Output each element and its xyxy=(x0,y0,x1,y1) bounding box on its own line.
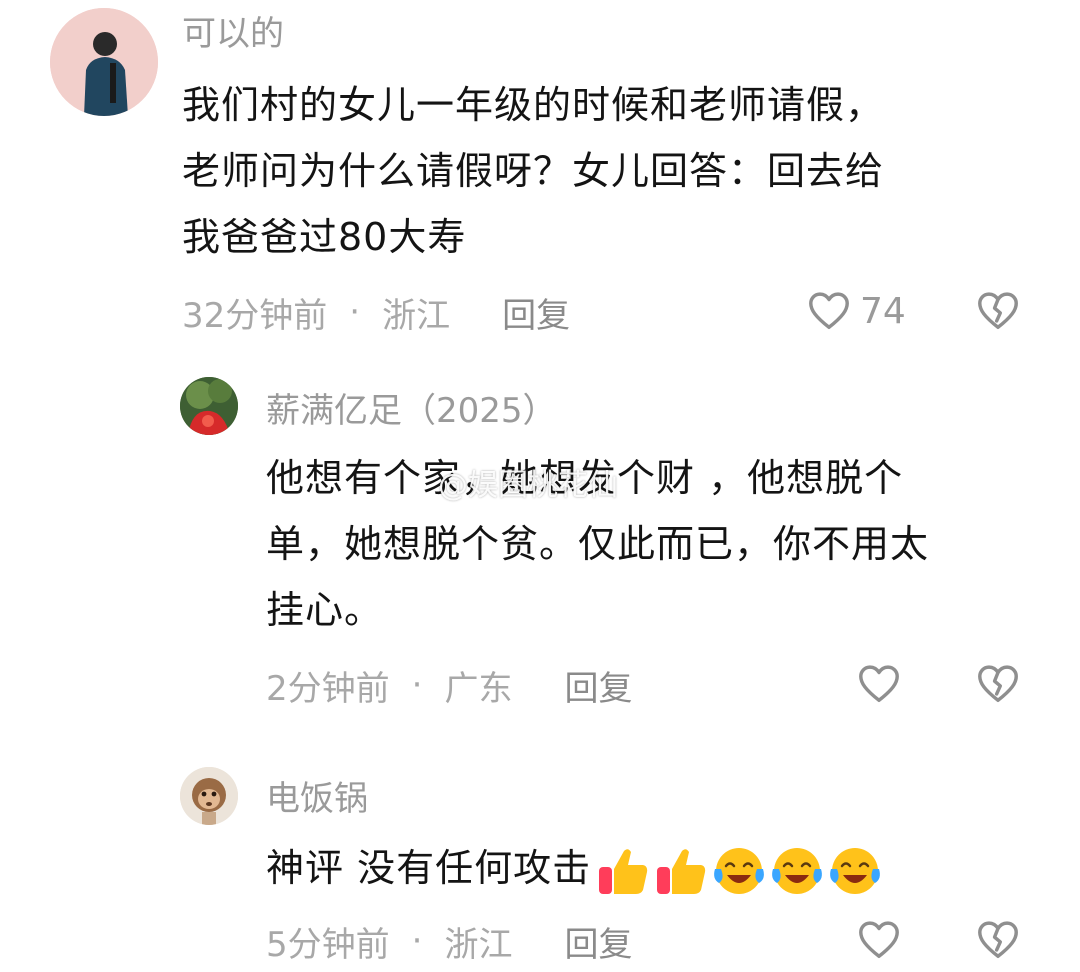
location: 广东 xyxy=(444,668,513,709)
comment-text-line: 他想有个家，她想发个财 ，他想脱个 xyxy=(266,456,904,500)
meta-separator: · xyxy=(411,921,423,961)
reply-button[interactable]: 回复 xyxy=(564,661,632,710)
thumbs-up-emoji xyxy=(657,848,706,894)
tears-of-joy-emoji xyxy=(830,847,880,894)
comment-text: 他想有个家，她想发个财 ，他想脱个 单，她想脱个贫。仅此而已，你不用太 挂心。 xyxy=(266,445,929,643)
like-button[interactable] xyxy=(856,661,902,711)
emoji-row xyxy=(593,843,883,899)
reply-button[interactable]: 回复 xyxy=(564,917,632,966)
comment-text-line: 挂心。 xyxy=(266,588,384,632)
comment-meta: 5分钟前 · 浙江 回复 xyxy=(266,917,632,966)
comment-text-line: 老师问为什么请假呀？女儿回答：回去给 xyxy=(182,149,885,193)
comment-text-line: 我们村的女儿一年级的时候和老师请假， xyxy=(182,83,885,127)
reply-item: 薪满亿足（2025） 他想有个家，她想发个财 ，他想脱个 单，她想脱个贫。仅此而… xyxy=(0,345,1080,715)
comment-meta: 32分钟前 · 浙江 回复 xyxy=(182,288,570,337)
comment-text-line: 单，她想脱个贫。仅此而已，你不用太 xyxy=(266,522,930,566)
avatar[interactable] xyxy=(50,8,158,116)
person-silhouette-icon xyxy=(50,8,158,116)
comment-meta: 2分钟前 · 广东 回复 xyxy=(266,661,632,710)
username[interactable]: 薪满亿足（2025） xyxy=(266,391,557,431)
avatar[interactable] xyxy=(180,377,238,435)
heart-outline-icon xyxy=(809,292,849,330)
like-count: 74 xyxy=(860,290,906,332)
comment-text-body: 神评 没有任何攻击 xyxy=(266,846,592,890)
dislike-button[interactable] xyxy=(974,917,1022,967)
reply-item: 电饭锅 神评 没有任何攻击 5分钟前 · 浙江 回复 xyxy=(0,715,1080,972)
tears-of-joy-emoji xyxy=(714,847,764,894)
dislike-button[interactable] xyxy=(974,661,1022,711)
broken-heart-icon xyxy=(978,921,1018,959)
heart-outline-icon xyxy=(859,921,899,959)
broken-heart-icon xyxy=(978,292,1018,330)
timestamp: 5分钟前 xyxy=(266,924,390,965)
comment-text-line: 神评 没有任何攻击 xyxy=(266,835,883,901)
username[interactable]: 电饭锅 xyxy=(266,779,368,819)
meta-separator: · xyxy=(411,665,423,705)
heart-outline-icon xyxy=(859,665,899,703)
timestamp: 32分钟前 xyxy=(182,295,328,336)
timestamp: 2分钟前 xyxy=(266,668,390,709)
reply-button[interactable]: 回复 xyxy=(502,288,570,337)
meta-separator: · xyxy=(349,292,361,332)
comment-item: 可以的 我们村的女儿一年级的时候和老师请假， 老师问为什么请假呀？女儿回答：回去… xyxy=(0,0,1080,345)
comment-text: 神评 没有任何攻击 xyxy=(266,835,883,901)
comment-text: 我们村的女儿一年级的时候和老师请假， 老师问为什么请假呀？女儿回答：回去给 我爸… xyxy=(182,72,884,270)
comment-text-line: 我爸爸过80大寿 xyxy=(182,215,467,259)
like-button[interactable]: 74 xyxy=(806,288,906,334)
plant-avatar-icon xyxy=(180,377,238,435)
dislike-button[interactable] xyxy=(974,288,1022,338)
thumbs-up-emoji xyxy=(599,848,648,894)
location: 浙江 xyxy=(382,295,451,336)
like-button[interactable] xyxy=(856,917,902,967)
username[interactable]: 可以的 xyxy=(182,14,284,54)
avatar[interactable] xyxy=(180,767,238,825)
location: 浙江 xyxy=(444,924,513,965)
tears-of-joy-emoji xyxy=(772,847,822,894)
broken-heart-icon xyxy=(978,665,1018,703)
monkey-avatar-icon xyxy=(180,767,238,825)
